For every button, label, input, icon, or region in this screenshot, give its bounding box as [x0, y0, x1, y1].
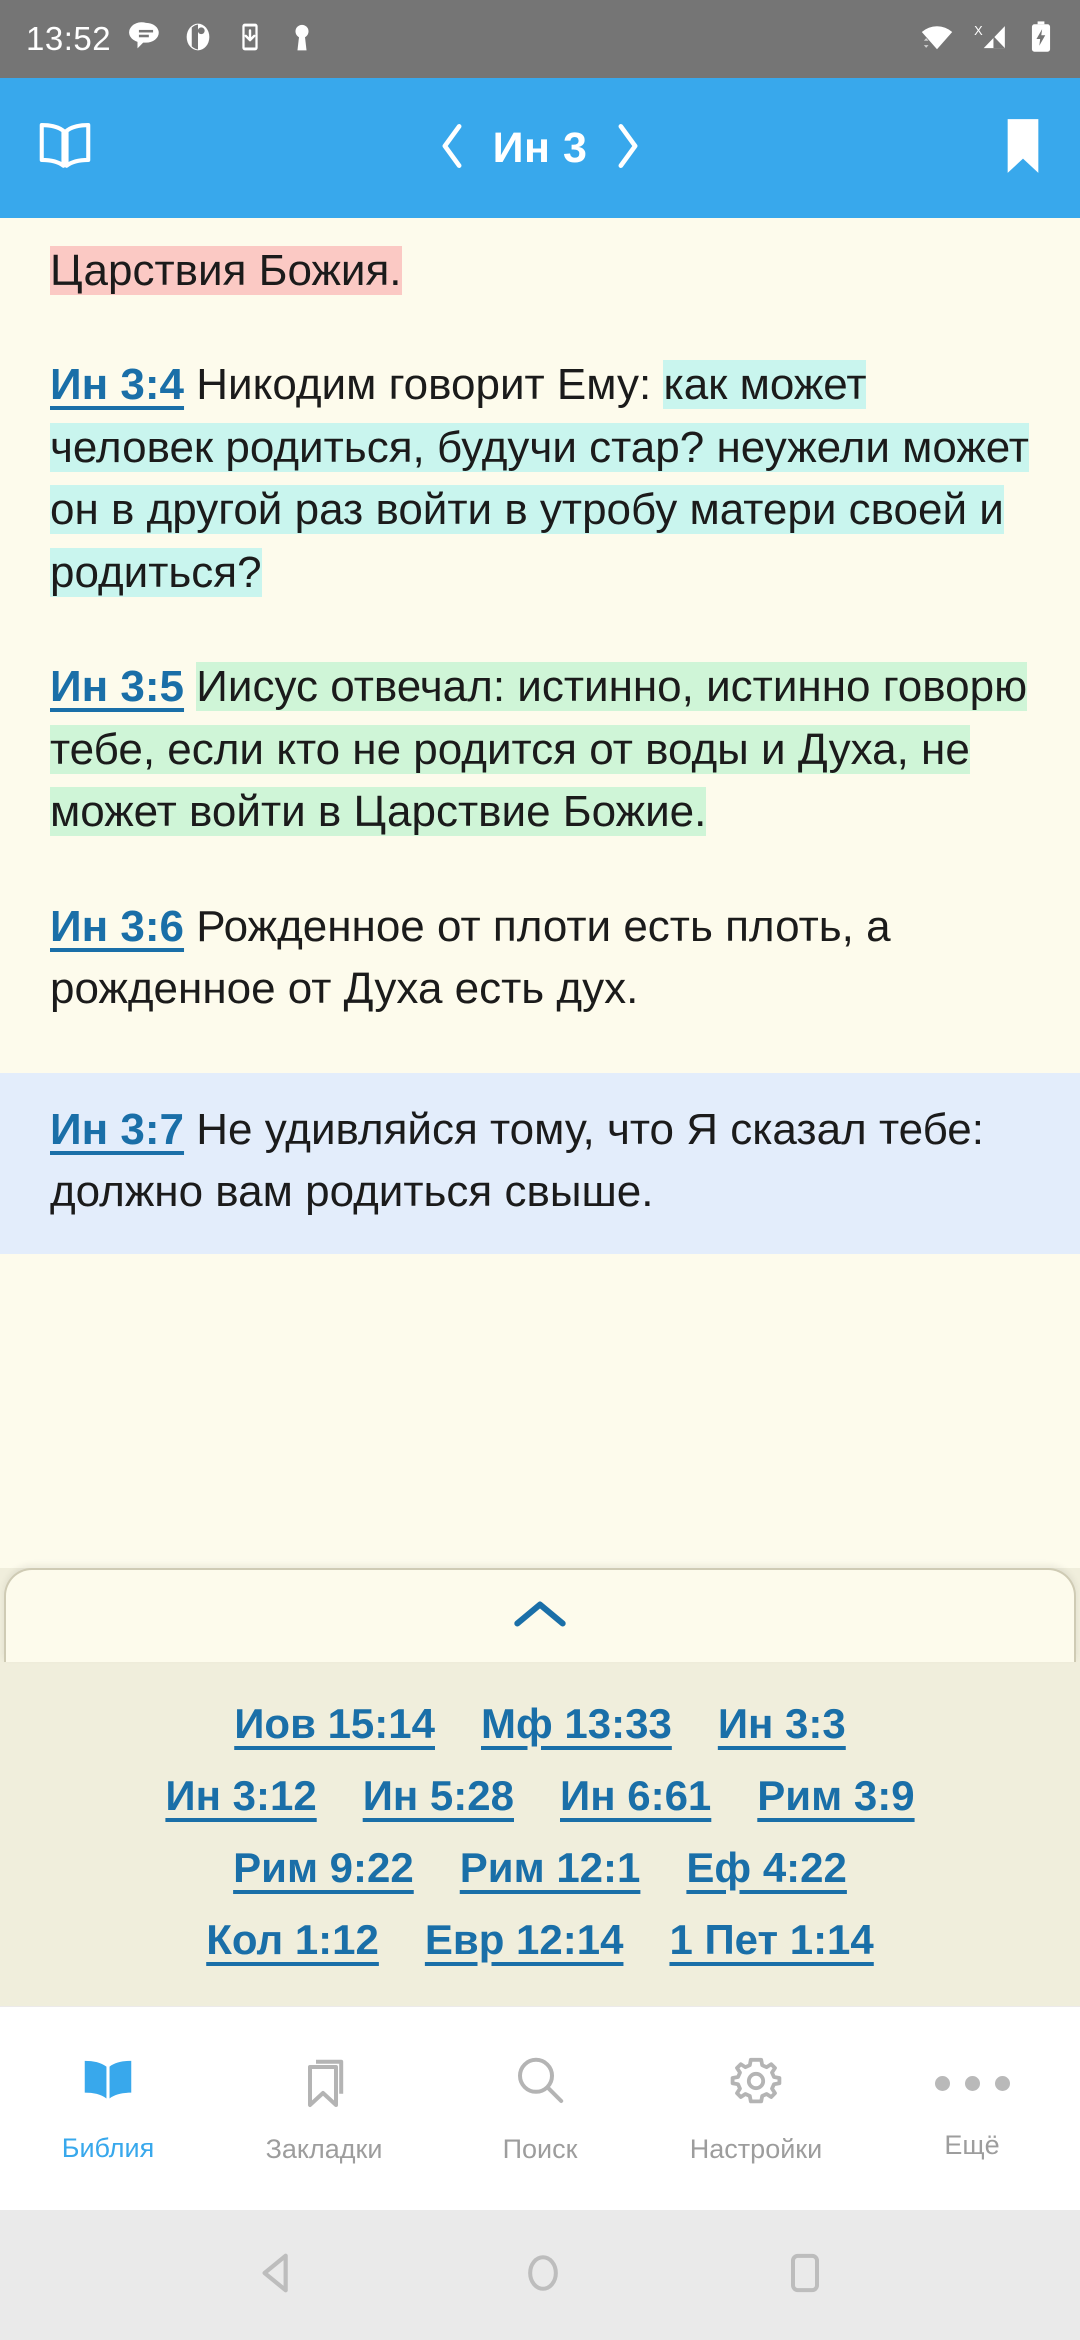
chevron-up-icon[interactable]: [511, 1597, 569, 1636]
verse-spacer: [0, 844, 1080, 896]
dot: [994, 2075, 1010, 2091]
wifi-icon: [918, 20, 956, 59]
tab-bookmarks[interactable]: Закладки: [216, 2053, 432, 2165]
verse-reference-link[interactable]: Ин 3:6: [50, 902, 184, 951]
verse-text: Царствия Божия.: [50, 246, 402, 295]
cross-reference-link[interactable]: Евр 12:14: [425, 1916, 624, 1964]
recents-square-icon[interactable]: [785, 2251, 825, 2300]
verse-row[interactable]: Ин 3:4 Никодим говорит Ему: как может че…: [0, 354, 1080, 604]
cross-reference-row: Кол 1:12 Евр 12:14 1 Пет 1:14: [30, 1904, 1050, 1976]
cross-reference-drawer-handle[interactable]: [4, 1568, 1076, 1662]
bookmark-icon[interactable]: [1000, 115, 1046, 182]
tab-label: Закладки: [265, 2133, 383, 2164]
more-dots-icon: [934, 2056, 1010, 2110]
open-book-icon: [77, 2054, 139, 2113]
cross-reference-row: Иов 15:14 Мф 13:33 Ин 3:3: [30, 1688, 1050, 1760]
verse-lead-text: [184, 360, 196, 409]
status-bar: 13:52 X: [0, 0, 1080, 78]
status-bar-right: X: [918, 20, 1054, 59]
next-chapter-button[interactable]: [613, 121, 643, 176]
cross-reference-link[interactable]: Ин 5:28: [363, 1772, 514, 1820]
tab-label: Ещё: [944, 2130, 1000, 2160]
status-bar-clock: 13:52: [26, 20, 112, 57]
cross-reference-link[interactable]: Рим 12:1: [460, 1844, 641, 1892]
verse-spacer: [0, 302, 1080, 354]
cross-reference-link[interactable]: Мф 13:33: [481, 1700, 672, 1748]
status-bar-left: 13:52: [26, 20, 319, 59]
bottom-tab-bar: Библия Закладки Поиск Настройки Ещё: [0, 2006, 1080, 2210]
cross-reference-link[interactable]: Рим 9:22: [233, 1844, 414, 1892]
verse-reference-link[interactable]: Ин 3:5: [50, 662, 184, 711]
prev-chapter-button[interactable]: [437, 121, 467, 176]
verse-text: Иисус отвечал: истинно, истинно говорю т…: [50, 662, 1028, 837]
chapter-navigator: Ин 3: [0, 121, 1080, 176]
verse-spacer: [0, 1021, 1080, 1073]
tab-label: Настройки: [689, 2133, 823, 2164]
cross-reference-link[interactable]: Еф 4:22: [686, 1844, 847, 1892]
verse-row[interactable]: Ин 3:6 Рожденное от плоти есть плоть, а …: [0, 896, 1080, 1021]
tab-label: Поиск: [502, 2133, 578, 2164]
cross-reference-row: Ин 3:12 Ин 5:28 Ин 6:61 Рим 3:9: [30, 1760, 1050, 1832]
cross-reference-link[interactable]: Ин 6:61: [560, 1772, 711, 1820]
verse-reference-link[interactable]: Ин 3:4: [50, 360, 184, 409]
battery-charging-icon: [1028, 20, 1054, 59]
cross-reference-link[interactable]: Рим 3:9: [757, 1772, 914, 1820]
cross-reference-list: Иов 15:14 Мф 13:33 Ин 3:3 Ин 3:12 Ин 5:2…: [0, 1662, 1080, 2006]
calendar-icon: [181, 20, 215, 59]
cross-reference-link[interactable]: 1 Пет 1:14: [669, 1916, 873, 1964]
tab-search[interactable]: Поиск: [432, 2053, 648, 2165]
verse-row-selected[interactable]: Ин 3:7 Не удивляйся тому, что Я сказал т…: [0, 1072, 1080, 1254]
key-icon: [285, 20, 319, 59]
android-navigation-bar: [0, 2210, 1080, 2340]
open-book-icon[interactable]: [34, 120, 96, 177]
dot: [964, 2075, 980, 2091]
verse-spacer: [0, 604, 1080, 656]
message-icon: [129, 20, 163, 59]
tab-settings[interactable]: Настройки: [648, 2053, 864, 2165]
cellular-no-sim-icon: X: [972, 20, 1012, 59]
dot: [934, 2075, 950, 2091]
svg-text:X: X: [974, 23, 983, 38]
tab-label: Библия: [61, 2132, 155, 2163]
gear-icon: [728, 2053, 784, 2114]
cross-reference-link[interactable]: Иов 15:14: [234, 1700, 435, 1748]
verse-lead: Никодим говорит Ему:: [196, 360, 652, 410]
download-icon: [233, 20, 267, 59]
tab-more[interactable]: Ещё: [864, 2056, 1080, 2161]
cross-reference-link[interactable]: Кол 1:12: [206, 1916, 379, 1964]
chapter-title[interactable]: Ин 3: [493, 124, 588, 173]
home-circle-icon[interactable]: [521, 2251, 565, 2300]
cross-reference-panel: Иов 15:14 Мф 13:33 Ин 3:3 Ин 3:12 Ин 5:2…: [0, 1568, 1080, 2006]
tab-bible[interactable]: Библия: [0, 2054, 216, 2164]
verse-row[interactable]: Ин 3:5 Иисус отвечал: истинно, истинно г…: [0, 656, 1080, 843]
app-bar: Ин 3: [0, 78, 1080, 218]
cross-reference-link[interactable]: Ин 3:3: [718, 1700, 846, 1748]
cross-reference-link[interactable]: Ин 3:12: [165, 1772, 316, 1820]
search-icon: [512, 2053, 568, 2114]
verse-reference-link[interactable]: Ин 3:7: [50, 1105, 184, 1154]
back-triangle-icon[interactable]: [255, 2250, 301, 2301]
verse-fragment[interactable]: Царствия Божия.: [0, 218, 1080, 302]
bookmark-icon: [298, 2053, 350, 2114]
cross-reference-row: Рим 9:22 Рим 12:1 Еф 4:22: [30, 1832, 1050, 1904]
